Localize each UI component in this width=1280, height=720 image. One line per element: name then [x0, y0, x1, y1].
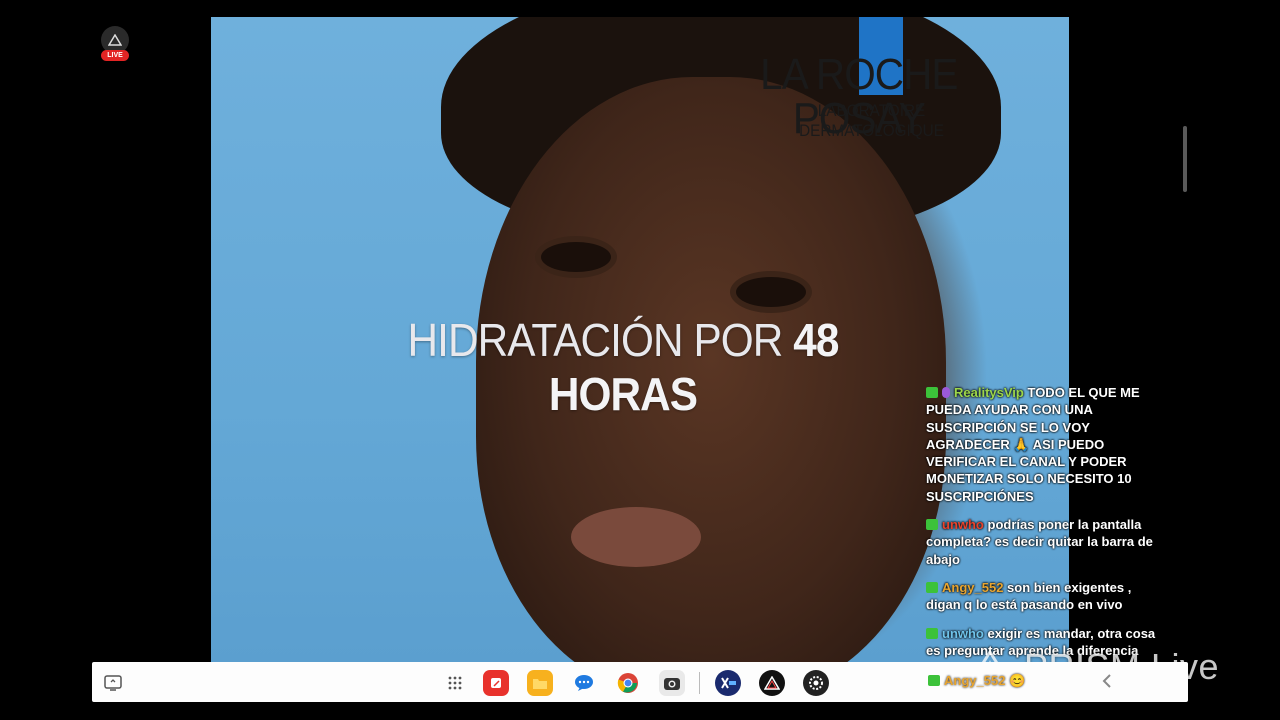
video-lips [571, 507, 701, 567]
chat-overlay: RealitysVip TODO EL QUE ME PUEDA AYUDAR … [926, 384, 1166, 670]
chat-platform-icon [926, 581, 938, 593]
camera-app-icon[interactable] [659, 670, 685, 696]
chat-platform-icon [928, 675, 940, 686]
chat-username: unwho [942, 517, 984, 533]
taskbar-divider [699, 672, 700, 694]
chat-platform-icon [926, 627, 938, 639]
chat-username: Angy_552 [942, 579, 1004, 595]
chat-username: Angy_552 [944, 673, 1006, 688]
notes-app-icon[interactable] [483, 670, 509, 696]
app-drawer-icon[interactable] [442, 670, 468, 696]
settings-app-icon[interactable] [803, 670, 829, 696]
video-eye-right [736, 277, 806, 307]
chat-message: RealitysVip TODO EL QUE ME PUEDA AYUDAR … [926, 384, 1166, 505]
chat-text: TODO EL QUE ME PUEDA AYUDAR CON UNA SUSC… [926, 385, 1140, 504]
recent-apps-icon[interactable] [100, 670, 126, 696]
live-status-badge[interactable]: LIVE [99, 26, 131, 62]
chat-platform-icon [926, 387, 938, 398]
files-app-icon[interactable] [527, 670, 553, 696]
scroll-handle[interactable] [1183, 126, 1187, 192]
ad-headline: HIDRATACIÓN POR 48 HORAS [347, 313, 899, 421]
chat-username: unwho [942, 625, 984, 641]
chat-platform-icon [926, 519, 938, 531]
prism-app-icon[interactable] [759, 670, 785, 696]
brand-subtitle: LABORATOIRE DERMATOLOGIQUE [799, 101, 944, 140]
chat-username: RealitysVip [954, 385, 1024, 400]
xvideo-app-icon[interactable] [715, 670, 741, 696]
chat-message: unwho podrías poner la pantalla completa… [926, 516, 1166, 568]
chat-message: Angy_552 son bien exigentes , digan q lo… [926, 579, 1166, 614]
chat-text: 😊 [1009, 673, 1026, 688]
chat-message-partial: Angy_552 😊 [928, 673, 1025, 689]
live-label: LIVE [101, 50, 129, 61]
chrome-app-icon[interactable] [615, 670, 641, 696]
video-eye-left [541, 242, 611, 272]
back-icon[interactable] [1100, 672, 1114, 695]
mic-badge-icon [942, 387, 950, 398]
messages-app-icon[interactable] [571, 670, 597, 696]
headline-light: HIDRATACIÓN POR [407, 314, 783, 366]
